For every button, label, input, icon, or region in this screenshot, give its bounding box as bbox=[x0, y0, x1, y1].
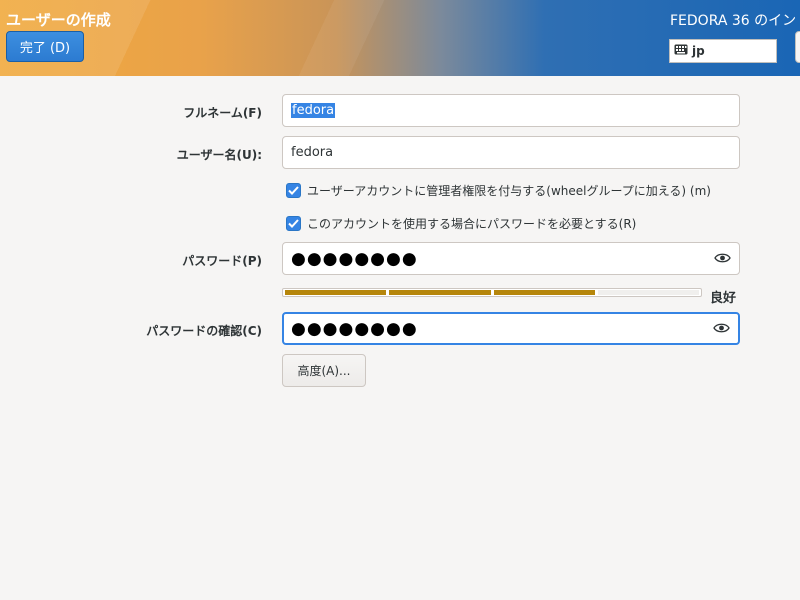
password-label: パスワード(P) bbox=[182, 254, 262, 268]
password-field[interactable]: ●●●●●●●● bbox=[282, 242, 740, 275]
eye-icon[interactable] bbox=[713, 322, 730, 338]
strength-segment bbox=[493, 290, 595, 295]
require-password-row[interactable]: このアカウントを使用する場合にパスワードを必要とする(R) bbox=[286, 215, 636, 232]
fullname-value: fedora bbox=[291, 103, 336, 118]
strength-segment bbox=[597, 290, 699, 295]
password-strength-label: 良好 bbox=[710, 291, 737, 306]
require-password-label: このアカウントを使用する場合にパスワードを必要とする(R) bbox=[307, 217, 637, 231]
username-field[interactable]: fedora bbox=[282, 136, 740, 169]
strength-segment bbox=[389, 290, 491, 295]
product-title: FEDORA 36 のイン bbox=[670, 13, 797, 29]
password-strength-meter bbox=[282, 288, 702, 297]
admin-checkbox[interactable] bbox=[286, 183, 301, 198]
eye-icon[interactable] bbox=[714, 252, 731, 268]
confirm-password-mask: ●●●●●●●● bbox=[291, 318, 418, 339]
check-icon bbox=[288, 219, 299, 228]
check-icon bbox=[288, 186, 299, 195]
keyboard-layout-label: jp bbox=[692, 44, 705, 58]
confirm-password-field[interactable]: ●●●●●●●● bbox=[282, 312, 740, 345]
header-banner: ユーザーの作成 完了 (D) FEDORA 36 のイン jp bbox=[0, 0, 800, 76]
keyboard-icon bbox=[674, 44, 692, 58]
page-title: ユーザーの作成 bbox=[6, 11, 111, 29]
admin-checkbox-label: ユーザーアカウントに管理者権限を付与する(wheelグループに加える) (m) bbox=[307, 184, 711, 198]
admin-checkbox-row[interactable]: ユーザーアカウントに管理者権限を付与する(wheelグループに加える) (m) bbox=[286, 182, 711, 199]
keyboard-layout-indicator[interactable]: jp bbox=[669, 39, 777, 63]
fullname-label: フルネーム(F) bbox=[183, 106, 262, 120]
strength-segment bbox=[285, 290, 387, 295]
help-button[interactable] bbox=[795, 31, 800, 63]
done-button[interactable]: 完了 (D) bbox=[6, 31, 84, 62]
require-password-checkbox[interactable] bbox=[286, 216, 301, 231]
username-value: fedora bbox=[291, 145, 334, 160]
password-mask: ●●●●●●●● bbox=[291, 248, 418, 269]
advanced-button[interactable]: 高度(A)... bbox=[282, 354, 366, 387]
fullname-field[interactable]: fedora bbox=[282, 94, 740, 127]
confirm-password-label: パスワードの確認(C) bbox=[146, 324, 262, 338]
username-label: ユーザー名(U): bbox=[176, 148, 262, 162]
